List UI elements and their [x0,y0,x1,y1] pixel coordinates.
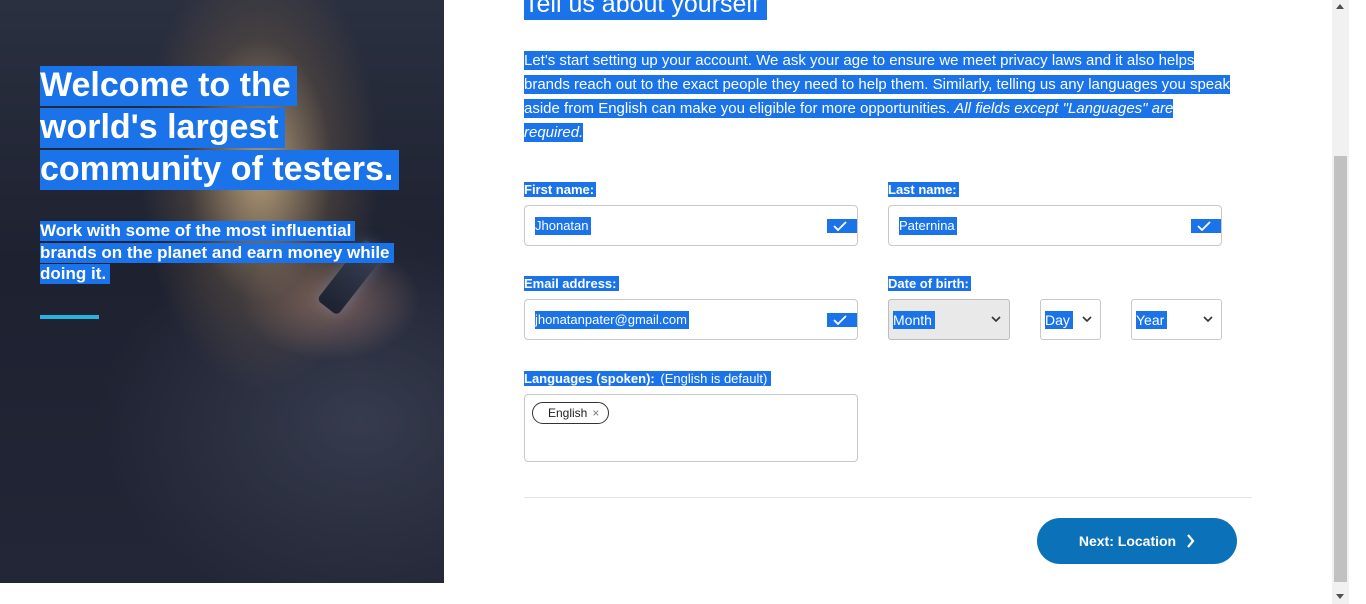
remove-chip-icon[interactable]: × [592,402,599,424]
dob-year-select[interactable]: Year [1131,299,1222,340]
email-value: jhonatanpater@gmail.com [535,311,689,329]
email-field[interactable]: jhonatanpater@gmail.com [524,299,858,340]
hero-panel: Welcome to the world's largest community… [0,0,444,583]
first-name-label: First name: [524,182,597,197]
check-icon [827,313,857,327]
next-location-button[interactable]: Next: Location [1037,518,1237,564]
form-title: Tell us about yourself [524,0,767,20]
last-name-field[interactable]: Paternina [888,205,1222,246]
dob-month-value: Month [893,311,935,329]
languages-hint: (English is default) [660,371,770,386]
dob-day-value: Day [1045,311,1073,329]
scrollbar-thumb[interactable] [1334,156,1347,582]
last-name-label: Last name: [888,182,959,197]
dob-month-select[interactable]: Month [888,299,1010,340]
dob-year-value: Year [1136,311,1168,329]
language-chip-label: English [548,406,588,420]
first-name-value: Jhonatan [535,217,591,235]
email-label: Email address: [524,276,619,291]
chevron-down-icon [1082,316,1092,323]
dob-label: Date of birth: [888,276,971,291]
check-icon [827,219,857,233]
last-name-value: Paternina [899,217,957,235]
next-button-label: Next: Location [1078,533,1177,549]
languages-input[interactable]: English × [524,394,858,462]
scroll-up-arrow-icon[interactable] [1336,4,1344,9]
chevron-right-icon [1187,534,1195,548]
dob-day-select[interactable]: Day [1040,299,1101,340]
scroll-down-arrow-icon[interactable] [1336,594,1344,599]
form-divider [524,497,1252,498]
page-scrollbar[interactable] [1332,0,1349,604]
check-icon [1191,219,1221,233]
form-intro: Let's start setting up your account. We … [524,51,1230,142]
hero-accent-bar [40,315,99,319]
hero-subtitle: Work with some of the most influential b… [40,220,400,285]
language-chip-english[interactable]: English × [532,402,610,424]
chevron-down-icon [1203,316,1213,323]
languages-label: Languages (spoken): (English is default) [524,369,772,389]
chevron-down-icon [991,316,1001,323]
hero-title: Welcome to the world's largest community… [40,64,400,190]
first-name-field[interactable]: Jhonatan [524,205,858,246]
